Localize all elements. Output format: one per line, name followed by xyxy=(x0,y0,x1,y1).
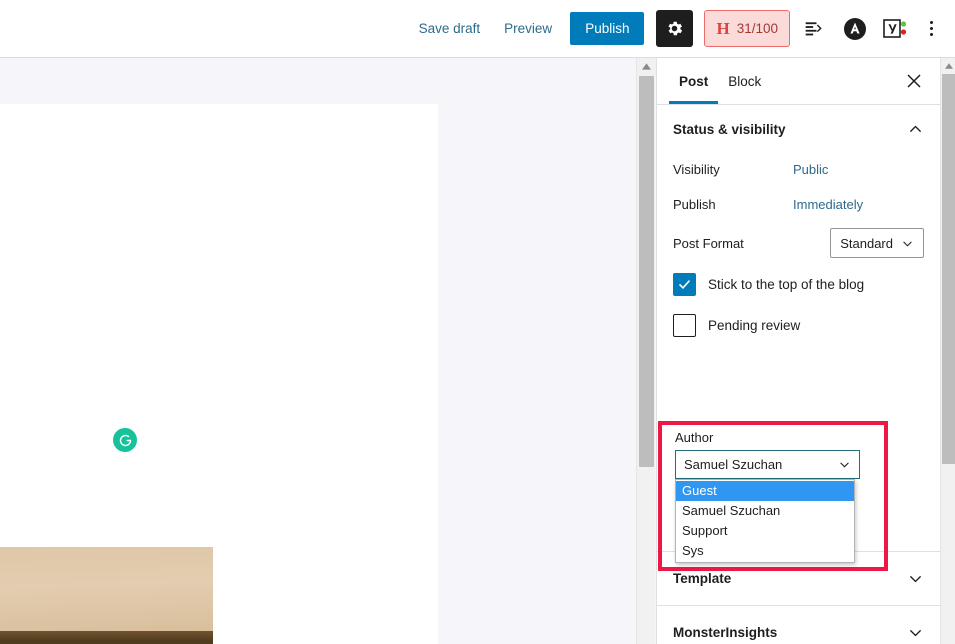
preview-button[interactable]: Preview xyxy=(492,15,564,42)
publish-label: Publish xyxy=(673,197,716,212)
visibility-row: Visibility Public xyxy=(657,152,940,187)
seo-score-value: 31/100 xyxy=(736,20,778,36)
author-option-guest[interactable]: Guest xyxy=(676,481,854,501)
pending-review-label: Pending review xyxy=(708,318,801,333)
author-select-wrapper: Samuel Szuchan Guest Samuel Szuchan Supp… xyxy=(675,450,875,563)
pending-review-checkbox[interactable] xyxy=(673,314,696,337)
gear-icon xyxy=(665,19,684,38)
yoast-seo-icon xyxy=(883,18,909,40)
chevron-down-icon xyxy=(907,570,924,587)
editor-header-toolbar: Save draft Preview Publish H 31/100 xyxy=(0,0,955,58)
more-options-button[interactable] xyxy=(917,12,945,46)
seo-score-badge[interactable]: H 31/100 xyxy=(704,10,790,47)
yoast-seo-button[interactable] xyxy=(879,12,913,46)
post-featured-image[interactable] xyxy=(0,547,213,644)
status-panel-title: Status & visibility xyxy=(673,122,786,137)
author-label: Author xyxy=(675,430,714,445)
chevron-up-icon xyxy=(907,121,924,138)
post-content-sheet[interactable] xyxy=(0,104,438,644)
post-format-value: Standard xyxy=(840,235,893,251)
author-field-group: Author Samuel Szuchan Guest Samuel Szuch… xyxy=(675,430,875,563)
publish-row: Publish Immediately xyxy=(657,187,940,222)
publish-button[interactable]: Publish xyxy=(570,12,645,45)
sticky-post-checkbox-row[interactable]: Stick to the top of the blog xyxy=(657,264,940,305)
chevron-down-icon xyxy=(907,624,924,641)
post-format-row: Post Format Standard xyxy=(657,222,940,264)
block-list-view-icon xyxy=(804,19,824,39)
visibility-label: Visibility xyxy=(673,162,720,177)
save-draft-button[interactable]: Save draft xyxy=(407,15,493,42)
akismet-icon xyxy=(843,17,867,41)
chevron-down-icon xyxy=(838,458,851,471)
scroll-up-arrow-icon[interactable] xyxy=(637,58,656,75)
publish-date-button[interactable]: Immediately xyxy=(791,193,865,216)
post-format-label: Post Format xyxy=(673,235,744,251)
post-format-select[interactable]: Standard xyxy=(830,228,924,258)
block-list-view-button[interactable] xyxy=(797,12,831,46)
more-options-kebab-icon xyxy=(929,27,933,30)
editor-vertical-scrollbar[interactable] xyxy=(636,58,656,644)
author-option-samuel-szuchan[interactable]: Samuel Szuchan xyxy=(676,501,854,521)
status-panel-header[interactable]: Status & visibility xyxy=(657,105,940,152)
tab-post[interactable]: Post xyxy=(669,60,719,104)
image-wall-area xyxy=(0,547,213,632)
image-baseboard-area xyxy=(0,631,213,644)
header-actions: Save draft Preview Publish H 31/100 xyxy=(407,10,945,47)
author-selected-value: Samuel Szuchan xyxy=(684,457,783,472)
close-sidebar-button[interactable] xyxy=(896,63,932,99)
wordpress-block-editor: Save draft Preview Publish H 31/100 Post… xyxy=(0,0,955,644)
more-options-kebab-icon xyxy=(929,21,933,24)
seo-heading-letter: H xyxy=(716,19,730,38)
grammarly-icon xyxy=(118,433,133,448)
editor-canvas-region xyxy=(0,58,636,644)
window-vertical-scrollbar[interactable] xyxy=(940,58,955,644)
section-template-label: Template xyxy=(673,571,732,586)
status-and-visibility-panel: Status & visibility Visibility Public Pu… xyxy=(657,105,940,571)
grammarly-button[interactable] xyxy=(113,428,137,452)
section-monsterinsights-label: MonsterInsights xyxy=(673,625,778,640)
sidebar-tabs: Post Block xyxy=(657,58,940,105)
pending-review-checkbox-row[interactable]: Pending review xyxy=(657,305,940,346)
akismet-button[interactable] xyxy=(838,12,872,46)
visibility-value-button[interactable]: Public xyxy=(791,158,830,181)
section-monsterinsights[interactable]: MonsterInsights xyxy=(657,605,940,644)
sticky-post-label: Stick to the top of the blog xyxy=(708,277,865,292)
author-select[interactable]: Samuel Szuchan xyxy=(675,450,860,479)
author-option-sys[interactable]: Sys xyxy=(676,541,854,561)
close-icon xyxy=(906,73,922,89)
tab-block[interactable]: Block xyxy=(718,60,771,103)
window-scroll-up-arrow-icon[interactable] xyxy=(941,58,955,73)
author-option-support[interactable]: Support xyxy=(676,521,854,541)
author-options-dropdown[interactable]: Guest Samuel Szuchan Support Sys xyxy=(675,479,855,563)
window-scrollbar-thumb[interactable] xyxy=(942,74,955,464)
sticky-post-checkbox[interactable] xyxy=(673,273,696,296)
settings-gear-button[interactable] xyxy=(656,10,694,47)
more-options-kebab-icon xyxy=(929,33,933,36)
post-settings-sidebar: Post Block Status & visibility Visibilit… xyxy=(656,58,940,644)
chevron-down-icon xyxy=(901,237,914,250)
editor-scrollbar-thumb[interactable] xyxy=(639,76,654,467)
